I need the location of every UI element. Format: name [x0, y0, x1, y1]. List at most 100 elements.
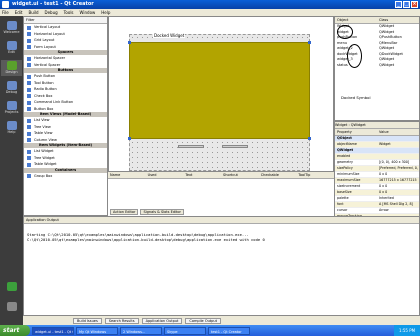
start-button[interactable]: start — [0, 325, 30, 336]
property-name: cursor — [337, 208, 348, 212]
design-icon — [6, 61, 17, 70]
mode-design[interactable]: Design — [1, 60, 22, 76]
property-name: maximumSize — [337, 178, 361, 182]
property-name: geometry — [337, 160, 353, 164]
edit-icon — [6, 41, 17, 50]
property-value: [Preferred, Preferred, 0, 0] — [379, 166, 419, 170]
taskbar-item[interactable]: 2 Windows... — [120, 326, 162, 335]
widget-icon — [27, 107, 31, 111]
minimize-button[interactable]: _ — [395, 1, 402, 8]
projects-icon — [6, 101, 17, 110]
tab-signals-slots[interactable]: Signals & Slots Editor — [140, 209, 184, 215]
widget-icon — [27, 118, 31, 123]
widget-label: Check Box — [34, 93, 53, 98]
resize-handle[interactable] — [128, 137, 131, 140]
widget-label: Grid Layout — [34, 38, 55, 42]
col-class: Class — [379, 18, 389, 22]
menu-debug[interactable]: Debug — [45, 9, 58, 16]
widget-filter-input[interactable]: Filter — [24, 17, 107, 24]
mode-edit[interactable]: Edit — [1, 40, 22, 56]
tab-search-results[interactable]: Search Results — [104, 317, 139, 324]
annotation-circle — [347, 44, 362, 68]
menu-help[interactable]: Help — [101, 9, 110, 16]
widget-icon — [27, 25, 31, 30]
widget-item[interactable]: Group Box — [24, 173, 107, 180]
welcome-icon — [6, 21, 17, 30]
line-widget[interactable] — [222, 145, 248, 148]
resize-handle[interactable] — [308, 137, 311, 140]
widget-item[interactable]: Button Box — [24, 106, 107, 113]
widget-label: List Widget — [34, 149, 54, 153]
tab-build-issues[interactable]: Build Issues — [73, 317, 102, 324]
menu-tools[interactable]: Tools — [64, 9, 74, 16]
property-value: 0 x 0 — [379, 172, 388, 176]
docked-widget-frame[interactable] — [128, 41, 311, 140]
widget-icon — [27, 32, 31, 36]
property-name: enabled — [337, 154, 351, 158]
tab-application-output[interactable]: Application Output — [141, 317, 183, 324]
widget-item[interactable]: Column View — [24, 137, 107, 144]
taskbar-item[interactable]: My Qt Windows — [76, 326, 118, 335]
widget-item[interactable]: Table Widget — [24, 161, 107, 168]
widget-label: Buttons — [57, 68, 74, 72]
build-button[interactable] — [1, 301, 22, 317]
widget-label: Vertical Spacer — [34, 62, 61, 67]
widget-label: Containers — [54, 167, 77, 172]
mode-projects[interactable]: Projects — [1, 100, 22, 116]
property-editor: Widget : QWidget Property Value QObject o… — [334, 121, 420, 310]
widget-item[interactable]: Vertical Spacer — [24, 62, 107, 69]
resize-handle[interactable] — [308, 41, 311, 44]
docked-symbol-note: Docked Symbol — [341, 95, 371, 100]
widget-icon — [27, 45, 31, 49]
widget-label: Button Box — [34, 106, 54, 111]
taskbar-item[interactable]: test1 - Qt Creator — [208, 326, 250, 335]
widget-label: Horizontal Spacer — [34, 56, 66, 60]
maximize-button[interactable]: □ — [403, 1, 410, 8]
widget-item[interactable]: Form Layout — [24, 44, 107, 51]
col-object: Object — [337, 18, 349, 22]
property-header: Widget : QWidget — [335, 122, 419, 129]
menu-edit[interactable]: Edit — [15, 9, 23, 16]
taskbar-item[interactable]: Skype — [164, 326, 206, 335]
widget-icon — [27, 56, 31, 61]
menu-build[interactable]: Build — [28, 9, 38, 16]
mode-debug[interactable]: Debug — [1, 80, 22, 96]
widget-icon — [27, 149, 31, 154]
hammer-icon — [6, 302, 17, 311]
run-icon — [6, 282, 17, 291]
widget-label: Form Layout — [34, 44, 56, 49]
property-value: [(0, 0), 400 x 300] — [379, 160, 410, 164]
col-tooltip: ToolTip — [298, 173, 311, 177]
widget-label: Item Widgets (Item-Based) — [38, 143, 93, 147]
run-button[interactable] — [1, 281, 22, 297]
object-class: QWidget — [379, 62, 395, 67]
widget-icon — [27, 100, 31, 105]
action-editor: Name Used Text Shortcut Checkable ToolTi… — [108, 171, 334, 216]
widget-icon — [27, 131, 31, 136]
col-property: Property — [337, 130, 352, 134]
resize-handle[interactable] — [128, 41, 131, 44]
menu-window[interactable]: Window — [80, 9, 96, 16]
widget-label: Tree View — [34, 124, 51, 129]
menu-file[interactable]: File — [2, 9, 9, 16]
clock: 1:55 PM — [394, 325, 420, 336]
widget-icon — [27, 63, 31, 67]
property-name: baseSize — [337, 190, 352, 194]
property-name: QWidget — [337, 148, 354, 152]
col-text: Text — [185, 173, 193, 177]
close-button[interactable]: × — [411, 1, 418, 8]
mode-welcome[interactable]: Welcome — [1, 20, 22, 36]
property-name: QObject — [337, 136, 352, 140]
tab-action-editor[interactable]: Action Editor — [110, 209, 139, 215]
property-value: A [MS Shell Dlg 2, 8] — [379, 202, 413, 206]
taskbar-item[interactable]: widget.ui - test1 - Qt Creator — [32, 326, 74, 335]
widget-icon — [27, 138, 31, 142]
line-widget[interactable] — [178, 145, 204, 148]
mode-help[interactable]: Help — [1, 120, 22, 136]
mode-sidebar: Welcome Edit Design Debug Projects Help — [0, 16, 23, 325]
widget-label: Spacers — [57, 50, 74, 54]
widget-label: Table View — [34, 131, 53, 135]
tab-compile-output[interactable]: Compile Output — [185, 317, 221, 324]
property-value — [377, 154, 419, 159]
widget-icon — [27, 81, 31, 85]
